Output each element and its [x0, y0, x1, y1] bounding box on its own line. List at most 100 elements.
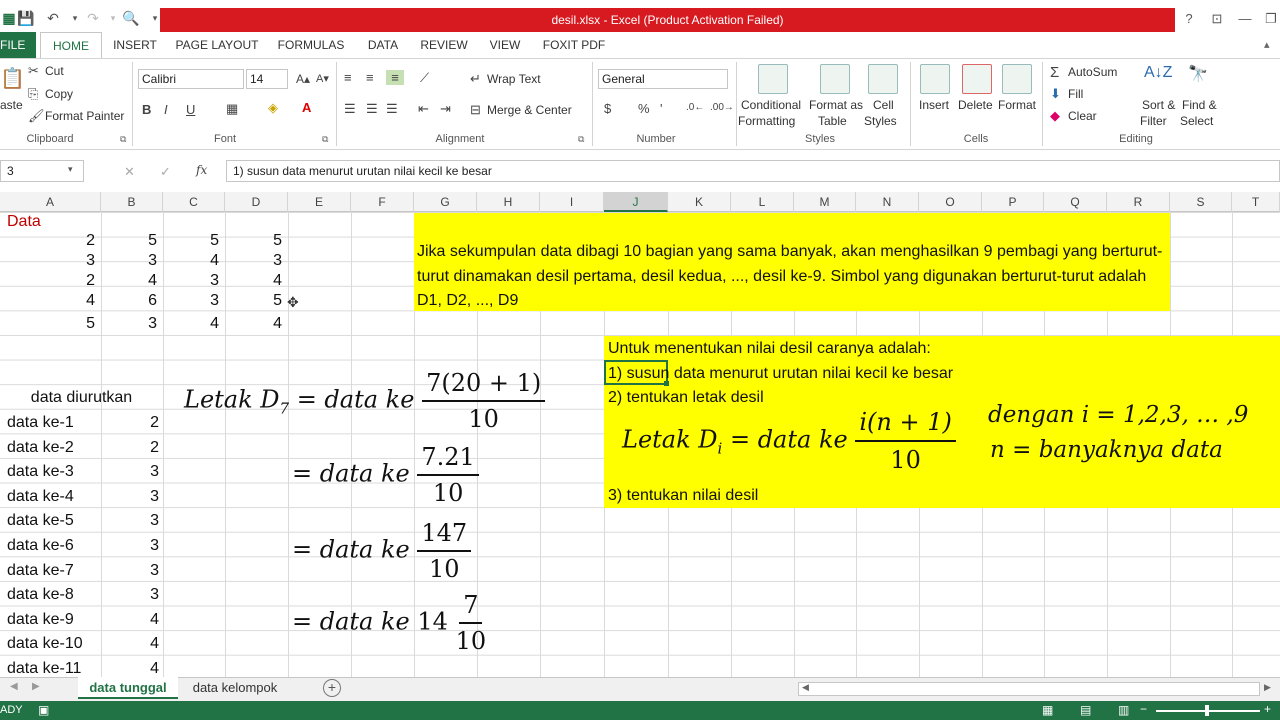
sorted-value-cell[interactable]: 3	[101, 487, 159, 507]
sheet-tab-data-kelompok[interactable]: data kelompok	[182, 677, 288, 699]
format-as-table-icon[interactable]	[820, 64, 850, 94]
percent-button[interactable]: %	[638, 101, 650, 116]
column-header-selected[interactable]: J	[604, 192, 668, 212]
data-cell[interactable]: 5	[225, 291, 282, 311]
redo-dropdown-icon[interactable]: ▾	[104, 9, 122, 27]
conditional-formatting-icon[interactable]	[758, 64, 788, 94]
currency-button[interactable]: $	[604, 101, 611, 116]
enter-icon[interactable]: ✓	[160, 164, 171, 180]
column-header[interactable]: Q	[1044, 192, 1107, 212]
tab-home[interactable]: HOME	[40, 32, 102, 58]
column-header[interactable]: L	[731, 192, 794, 212]
sorted-value-cell[interactable]: 3	[101, 561, 159, 581]
decrease-font-icon[interactable]: A▾	[316, 72, 329, 85]
format-as-table-label-1[interactable]: Format as	[809, 98, 863, 112]
tab-view[interactable]: VIEW	[482, 32, 528, 58]
copy-button[interactable]: Copy	[45, 87, 73, 101]
format-painter-icon[interactable]: 🖌	[28, 108, 45, 124]
increase-font-icon[interactable]: A▴	[296, 72, 310, 86]
conditional-formatting-label-1[interactable]: Conditional	[741, 98, 801, 112]
italic-button[interactable]: I	[164, 102, 168, 117]
sort-filter-label-2[interactable]: Filter	[1140, 114, 1167, 128]
insert-cells-icon[interactable]	[920, 64, 950, 94]
add-sheet-icon[interactable]: +	[323, 679, 341, 697]
zoom-out-icon[interactable]: −	[1140, 702, 1147, 716]
data-cell[interactable]: 3	[0, 251, 95, 271]
sorted-label-cell[interactable]: data ke-8	[7, 585, 74, 605]
borders-icon[interactable]: ▦	[226, 101, 238, 117]
delete-cells-button[interactable]: Delete	[958, 98, 993, 112]
redo-icon[interactable]: ↷	[84, 9, 102, 27]
sorted-header-cell[interactable]: data diurutkan	[0, 388, 163, 408]
sorted-label-cell[interactable]: data ke-5	[7, 511, 74, 531]
bold-button[interactable]: B	[142, 102, 151, 117]
copy-icon[interactable]: ⎘	[28, 86, 38, 102]
fill-color-icon[interactable]: ◈	[268, 100, 278, 116]
sorted-value-cell[interactable]: 3	[101, 536, 159, 556]
autosum-button[interactable]: AutoSum	[1068, 65, 1117, 79]
align-center-icon[interactable]: ☰	[366, 101, 378, 117]
data-cell[interactable]: 3	[163, 291, 219, 311]
sorted-value-cell[interactable]: 4	[101, 610, 159, 630]
paste-button[interactable]: aste	[0, 98, 23, 112]
paste-icon[interactable]: 📋	[0, 66, 25, 91]
restore-icon[interactable]: ❐	[1260, 10, 1280, 28]
format-painter-button[interactable]: Format Painter	[45, 109, 124, 123]
column-header[interactable]: F	[351, 192, 414, 212]
insert-function-button[interactable]: fx	[196, 163, 207, 177]
cut-button[interactable]: Cut	[45, 64, 64, 78]
sorted-label-cell[interactable]: data ke-9	[7, 610, 74, 630]
column-header[interactable]: C	[163, 192, 225, 212]
sorted-value-cell[interactable]: 2	[101, 438, 159, 458]
normal-view-icon[interactable]: ▦	[1042, 703, 1053, 717]
data-cell[interactable]: 4	[225, 271, 282, 291]
align-right-icon[interactable]: ☰	[386, 101, 398, 117]
align-left-icon[interactable]: ☰	[344, 101, 356, 117]
column-header[interactable]: S	[1170, 192, 1232, 212]
data-cell[interactable]: 4	[163, 314, 219, 334]
column-header[interactable]: O	[919, 192, 982, 212]
sort-filter-label-1[interactable]: Sort &	[1142, 98, 1175, 112]
data-cell[interactable]: 2	[0, 231, 95, 251]
sorted-value-cell[interactable]: 3	[101, 511, 159, 531]
help-button[interactable]: ?	[1178, 10, 1200, 28]
font-name-combo[interactable]: Calibri	[138, 69, 244, 89]
sorted-label-cell[interactable]: data ke-2	[7, 438, 74, 458]
next-sheet-icon[interactable]: ▶	[32, 681, 40, 692]
font-launcher-icon[interactable]: ⧉	[322, 134, 328, 145]
font-color-icon[interactable]: A	[302, 100, 311, 115]
align-top-icon[interactable]: ≡	[344, 70, 352, 85]
sorted-value-cell[interactable]: 3	[101, 585, 159, 605]
cancel-icon[interactable]: ✕	[124, 164, 135, 180]
merge-center-icon[interactable]: ⊟	[470, 102, 481, 118]
data-cell[interactable]: 3	[101, 251, 157, 271]
column-header[interactable]: K	[668, 192, 731, 212]
find-select-label-2[interactable]: Select	[1180, 114, 1213, 128]
column-header[interactable]: N	[856, 192, 919, 212]
cell-styles-icon[interactable]	[868, 64, 898, 94]
column-header[interactable]: E	[288, 192, 351, 212]
sorted-label-cell[interactable]: data ke-3	[7, 462, 74, 482]
scroll-left-icon[interactable]: ◀	[802, 682, 809, 693]
align-middle-icon[interactable]: ≡	[366, 70, 374, 85]
alignment-launcher-icon[interactable]: ⧉	[578, 134, 584, 145]
save-icon[interactable]: 💾	[17, 9, 35, 27]
decrease-decimal-icon[interactable]: .00→	[710, 102, 734, 113]
column-header[interactable]: A	[0, 192, 101, 212]
sorted-value-cell[interactable]: 4	[101, 659, 159, 679]
find-select-icon[interactable]: 🔭	[1188, 64, 1208, 84]
sorted-label-cell[interactable]: data ke-4	[7, 487, 74, 507]
macro-record-icon[interactable]: ▣	[38, 703, 49, 717]
formula-input[interactable]: 1) susun data menurut urutan nilai kecil…	[226, 160, 1280, 182]
format-cells-button[interactable]: Format	[998, 98, 1036, 112]
comma-button[interactable]: '	[660, 101, 662, 116]
ribbon-display-icon[interactable]: ⊡	[1206, 10, 1228, 28]
sorted-value-cell[interactable]: 4	[101, 634, 159, 654]
page-layout-view-icon[interactable]: ▤	[1080, 703, 1091, 717]
zoom-in-icon[interactable]: +	[1264, 702, 1271, 716]
underline-button[interactable]: U	[186, 102, 195, 117]
delete-cells-icon[interactable]	[962, 64, 992, 94]
align-bottom-icon[interactable]: ≡	[386, 70, 404, 85]
data-cell[interactable]: 5	[225, 231, 282, 251]
fill-button[interactable]: Fill	[1068, 87, 1083, 101]
